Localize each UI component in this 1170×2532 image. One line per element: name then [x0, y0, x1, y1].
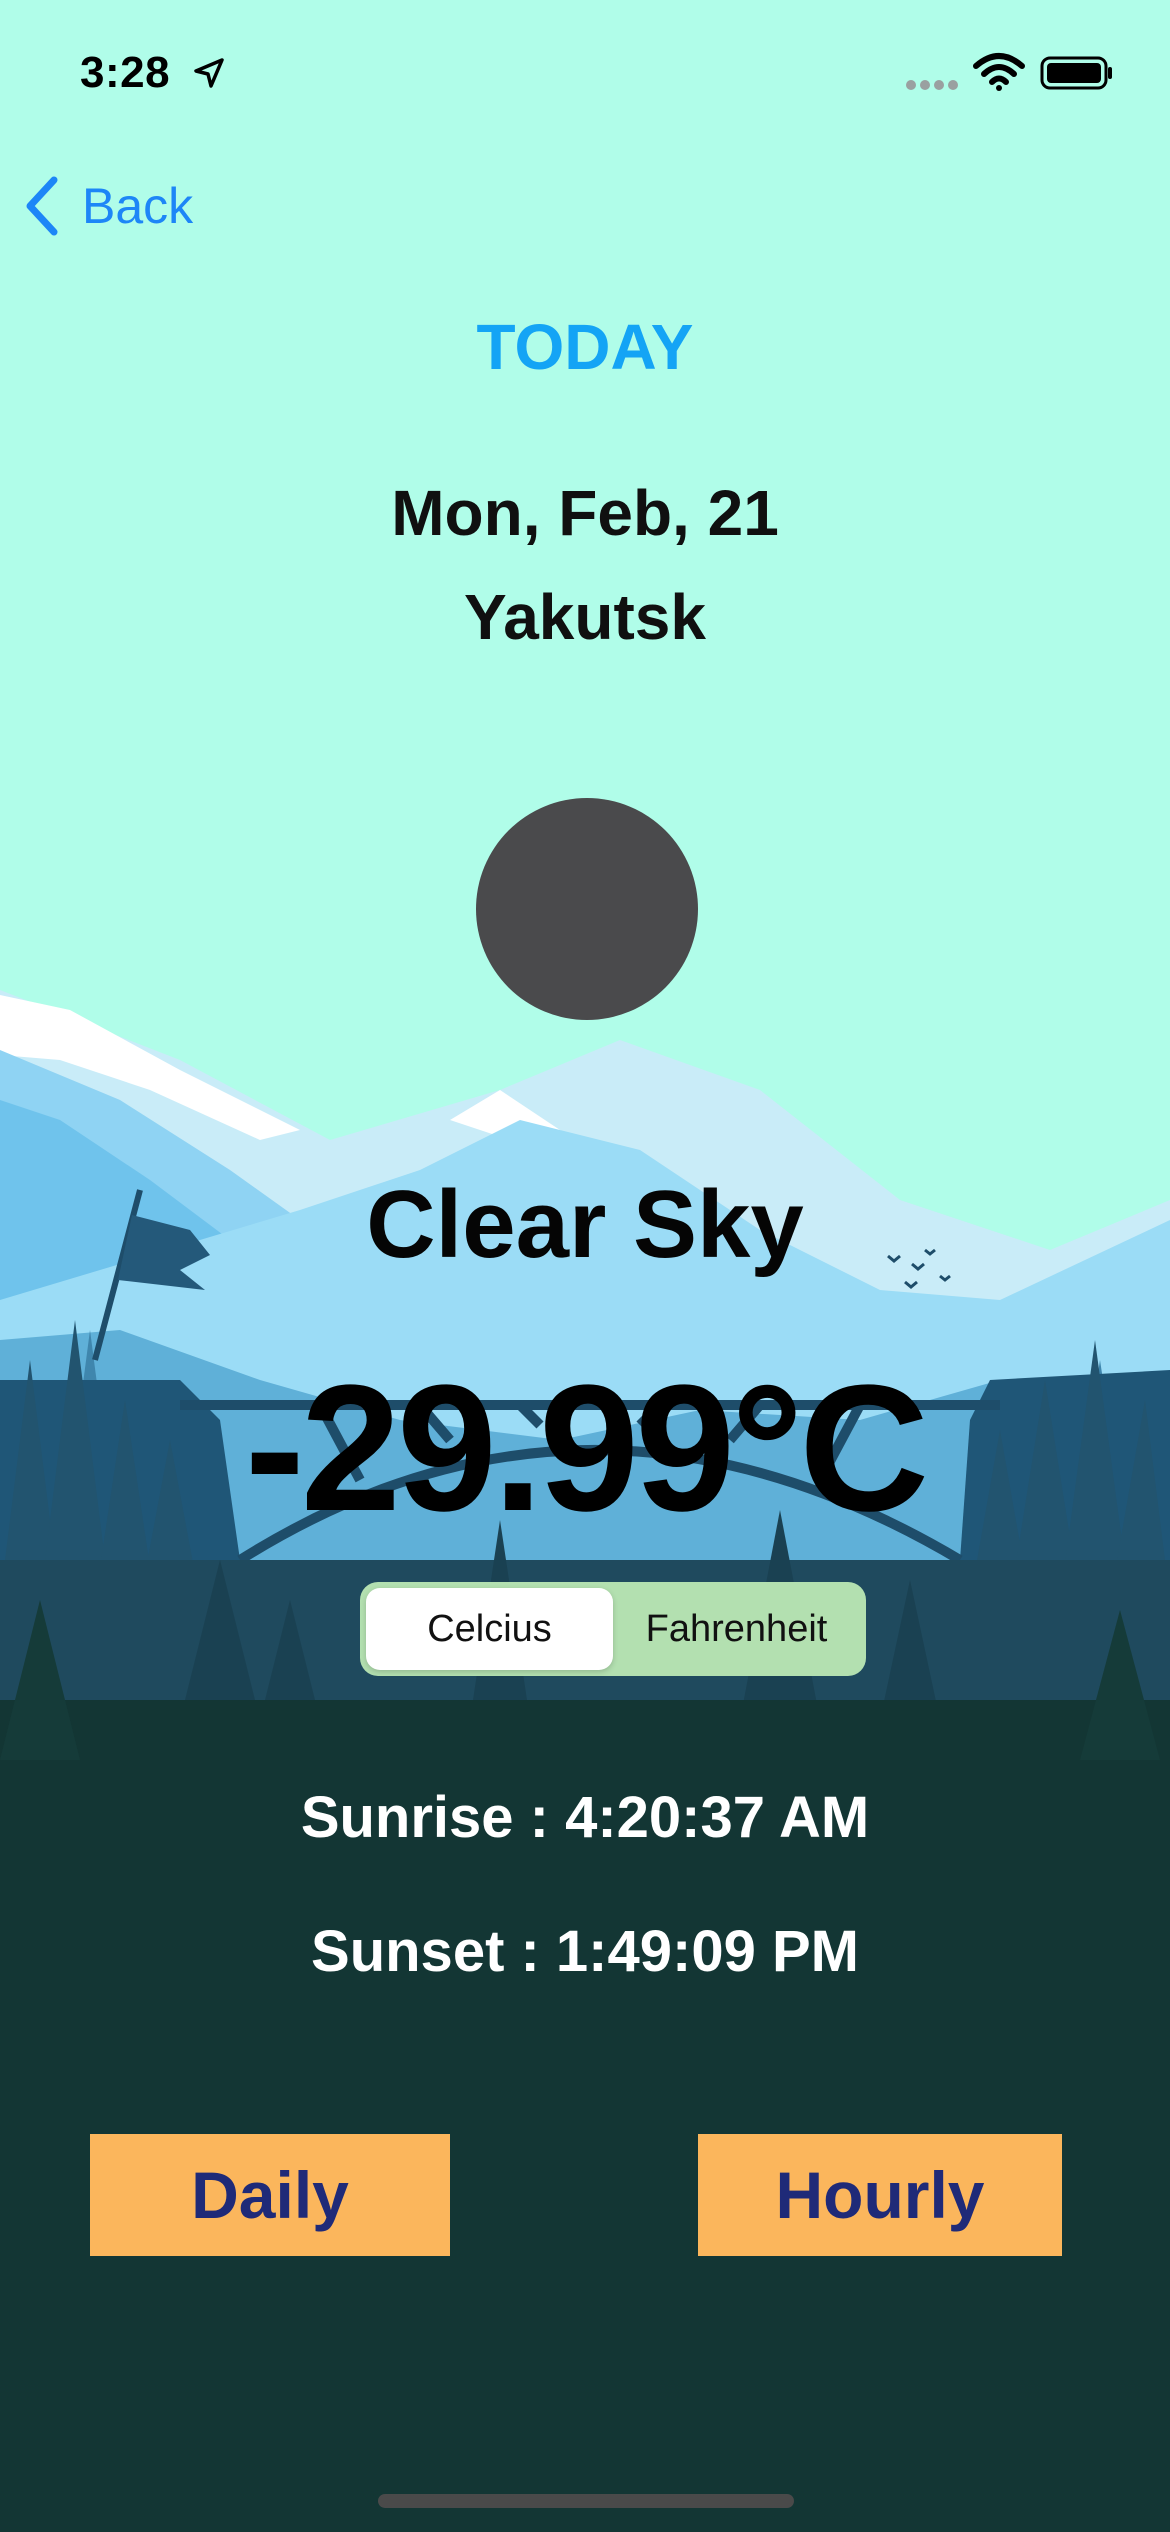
temperature-value: -29.99°C [244, 1348, 929, 1549]
city-label: Yakutsk [464, 581, 706, 653]
segment-celsius[interactable]: Celcius [366, 1588, 613, 1670]
sunset-label: Sunset : 1:49:09 PM [311, 1919, 859, 1984]
daily-button[interactable]: Daily [90, 2134, 450, 2256]
page-title: TODAY [476, 311, 694, 383]
weather-condition-icon [476, 798, 698, 1020]
back-button[interactable]: Back [22, 174, 193, 238]
status-bar-time: 3:28 [80, 48, 171, 97]
cellular-signal-icon [906, 80, 958, 90]
location-arrow-icon [194, 58, 224, 88]
sunrise-label: Sunrise : 4:20:37 AM [300, 1785, 870, 1850]
hourly-button[interactable]: Hourly [698, 2134, 1062, 2256]
wifi-icon [973, 53, 1025, 91]
chevron-left-icon [26, 176, 58, 236]
date-label: Mon, Feb, 21 [391, 477, 779, 549]
segment-fahrenheit[interactable]: Fahrenheit [613, 1588, 860, 1670]
back-label: Back [82, 178, 194, 234]
weather-condition-label: Clear Sky [366, 1171, 804, 1278]
home-indicator [378, 2494, 794, 2508]
battery-icon [1040, 56, 1112, 90]
unit-segmented-control: Celcius Fahrenheit [360, 1582, 866, 1676]
